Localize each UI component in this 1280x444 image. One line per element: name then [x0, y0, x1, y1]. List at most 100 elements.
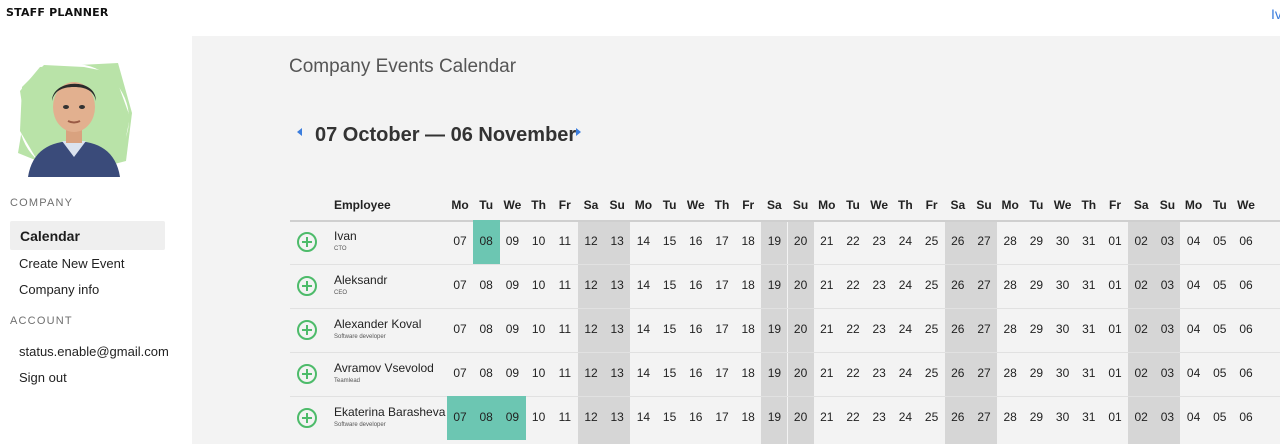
day-cell[interactable]: 03	[1154, 234, 1180, 248]
day-cell[interactable]: 01	[1102, 234, 1128, 248]
day-cell[interactable]: 16	[683, 234, 709, 248]
day-cell[interactable]: 26	[945, 322, 971, 336]
day-cell[interactable]: 30	[1050, 278, 1076, 292]
day-cell[interactable]: 31	[1076, 366, 1102, 380]
day-cell[interactable]: 22	[840, 410, 866, 424]
day-cell[interactable]: 17	[709, 410, 735, 424]
day-cell[interactable]: 10	[526, 322, 552, 336]
day-cell[interactable]: 07	[447, 278, 473, 292]
day-cell[interactable]: 19	[761, 366, 787, 380]
day-cell[interactable]: 22	[840, 278, 866, 292]
plus-circle-icon[interactable]	[297, 364, 317, 384]
day-cell[interactable]: 15	[657, 322, 683, 336]
day-cell[interactable]: 04	[1181, 322, 1207, 336]
day-cell[interactable]: 15	[657, 366, 683, 380]
day-cell[interactable]: 12	[578, 278, 604, 292]
day-cell[interactable]: 18	[735, 410, 761, 424]
day-cell[interactable]: 02	[1128, 278, 1154, 292]
day-cell[interactable]: 14	[630, 366, 656, 380]
day-cell[interactable]: 13	[604, 234, 630, 248]
day-cell[interactable]: 26	[945, 278, 971, 292]
day-cell[interactable]: 31	[1076, 278, 1102, 292]
day-cell[interactable]: 28	[997, 234, 1023, 248]
day-cell[interactable]: 05	[1207, 410, 1233, 424]
day-cell[interactable]: 07	[447, 410, 473, 424]
sidebar-item-calendar[interactable]: Calendar	[10, 221, 165, 250]
day-cell[interactable]: 30	[1050, 366, 1076, 380]
day-cell[interactable]: 25	[919, 322, 945, 336]
day-cell[interactable]: 10	[526, 366, 552, 380]
day-cell[interactable]: 16	[683, 366, 709, 380]
day-cell[interactable]: 09	[499, 278, 525, 292]
sidebar-item-create-new-event[interactable]: Create New Event	[19, 256, 125, 271]
day-cell[interactable]: 07	[447, 322, 473, 336]
day-cell[interactable]: 27	[971, 234, 997, 248]
day-cell[interactable]: 24	[892, 366, 918, 380]
day-cell[interactable]: 19	[761, 278, 787, 292]
day-cell[interactable]: 01	[1102, 278, 1128, 292]
sidebar-item-sign-out[interactable]: Sign out	[19, 370, 67, 385]
day-cell[interactable]: 15	[657, 410, 683, 424]
day-cell[interactable]: 30	[1050, 410, 1076, 424]
day-cell[interactable]: 01	[1102, 366, 1128, 380]
day-cell[interactable]: 01	[1102, 322, 1128, 336]
day-cell[interactable]: 15	[657, 234, 683, 248]
day-cell[interactable]: 14	[630, 278, 656, 292]
day-cell[interactable]: 29	[1023, 366, 1049, 380]
day-cell[interactable]: 27	[971, 322, 997, 336]
day-cell[interactable]: 29	[1023, 278, 1049, 292]
day-cell[interactable]: 01	[1102, 410, 1128, 424]
day-cell[interactable]: 20	[788, 234, 814, 248]
day-cell[interactable]: 18	[735, 234, 761, 248]
day-cell[interactable]: 14	[630, 322, 656, 336]
day-cell[interactable]: 04	[1181, 278, 1207, 292]
day-cell[interactable]: 11	[552, 234, 578, 248]
day-cell[interactable]: 10	[526, 234, 552, 248]
day-cell[interactable]: 30	[1050, 322, 1076, 336]
day-cell[interactable]: 06	[1233, 322, 1259, 336]
sidebar-item-account-email[interactable]: status.enable@gmail.com	[19, 344, 169, 359]
day-cell[interactable]: 20	[788, 366, 814, 380]
day-cell[interactable]: 07	[447, 366, 473, 380]
day-cell[interactable]: 13	[604, 366, 630, 380]
day-cell[interactable]: 07	[447, 234, 473, 248]
day-cell[interactable]: 02	[1128, 322, 1154, 336]
day-cell[interactable]: 31	[1076, 322, 1102, 336]
day-cell[interactable]: 23	[866, 366, 892, 380]
day-cell[interactable]: 19	[761, 410, 787, 424]
day-cell[interactable]: 27	[971, 366, 997, 380]
day-cell[interactable]: 16	[683, 410, 709, 424]
day-cell[interactable]: 08	[473, 234, 499, 248]
day-cell[interactable]: 29	[1023, 410, 1049, 424]
day-cell[interactable]: 04	[1181, 234, 1207, 248]
day-cell[interactable]: 29	[1023, 322, 1049, 336]
day-cell[interactable]: 18	[735, 322, 761, 336]
day-cell[interactable]: 06	[1233, 278, 1259, 292]
day-cell[interactable]: 03	[1154, 322, 1180, 336]
day-cell[interactable]: 14	[630, 234, 656, 248]
day-cell[interactable]: 24	[892, 234, 918, 248]
day-cell[interactable]: 11	[552, 322, 578, 336]
day-cell[interactable]: 21	[814, 234, 840, 248]
day-cell[interactable]: 09	[499, 322, 525, 336]
day-cell[interactable]: 03	[1154, 366, 1180, 380]
sidebar-item-company-info[interactable]: Company info	[19, 282, 99, 297]
day-cell[interactable]: 23	[866, 410, 892, 424]
day-cell[interactable]: 16	[683, 322, 709, 336]
day-cell[interactable]: 25	[919, 366, 945, 380]
day-cell[interactable]: 12	[578, 366, 604, 380]
day-cell[interactable]: 09	[499, 410, 525, 424]
chevron-left-icon[interactable]	[297, 128, 302, 136]
day-cell[interactable]: 15	[657, 278, 683, 292]
day-cell[interactable]: 08	[473, 322, 499, 336]
day-cell[interactable]: 03	[1154, 410, 1180, 424]
day-cell[interactable]: 09	[499, 366, 525, 380]
day-cell[interactable]: 30	[1050, 234, 1076, 248]
day-cell[interactable]: 20	[788, 322, 814, 336]
day-cell[interactable]: 24	[892, 278, 918, 292]
day-cell[interactable]: 25	[919, 410, 945, 424]
day-cell[interactable]: 06	[1233, 366, 1259, 380]
day-cell[interactable]: 02	[1128, 366, 1154, 380]
day-cell[interactable]: 12	[578, 410, 604, 424]
day-cell[interactable]: 28	[997, 410, 1023, 424]
